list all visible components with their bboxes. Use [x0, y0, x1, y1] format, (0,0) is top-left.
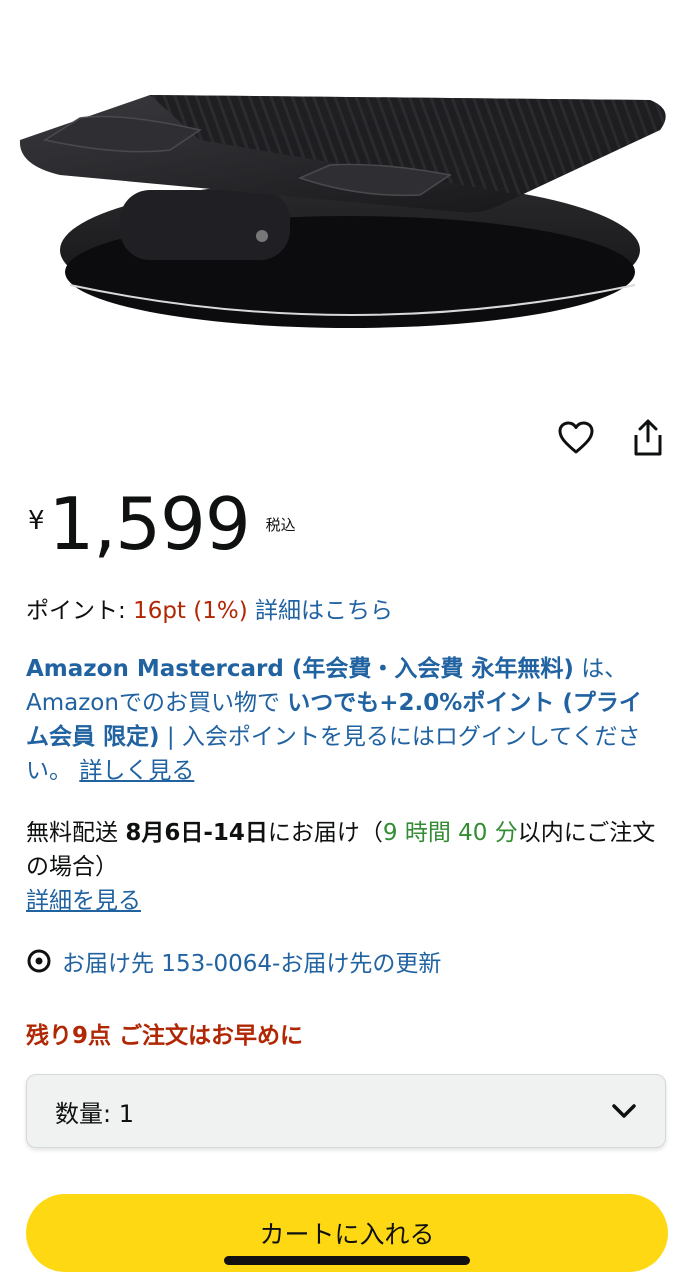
delivery-suffix: にお届け（ — [267, 820, 383, 846]
card-promo-title[interactable]: Amazon Mastercard (年会費・入会費 永年無料) — [26, 656, 574, 682]
currency-symbol: ¥ — [28, 506, 45, 536]
points-value: 16pt — [133, 598, 186, 624]
add-to-cart-label: カートに入れる — [259, 1220, 435, 1249]
tax-label: 税込 — [265, 516, 296, 534]
delivery-countdown: 9 時間 40 分 — [382, 820, 518, 846]
delivery-details-link[interactable]: 詳細を見る — [26, 888, 141, 914]
points-info: ポイント: 16pt (1%) 詳細はこちら — [26, 594, 658, 628]
price-amount: 1,599 — [48, 482, 251, 566]
heart-icon[interactable] — [556, 418, 596, 458]
share-icon[interactable] — [628, 418, 668, 458]
delivery-prefix: 無料配送 — [26, 820, 118, 846]
location-pin-icon — [27, 949, 51, 973]
price: ¥ 1,599 税込 — [28, 488, 296, 560]
card-promo-separator: | — [159, 724, 182, 750]
quantity-select[interactable]: 数量: 1 — [26, 1074, 666, 1148]
location-text[interactable]: お届け先 153-0064-お届け先の更新 — [62, 944, 441, 978]
home-indicator[interactable] — [224, 1256, 470, 1265]
product-image[interactable] — [0, 0, 694, 380]
points-percent: (1%) — [193, 598, 248, 624]
card-promo-more-link[interactable]: 詳しく見る — [79, 758, 194, 784]
card-promo: Amazon Mastercard (年会費・入会費 永年無料) は、Amazo… — [26, 652, 658, 788]
points-details-link[interactable]: 詳細はこちら — [255, 598, 393, 624]
delivery-location[interactable]: お届け先 153-0064-お届け先の更新 — [26, 944, 441, 978]
chevron-down-icon — [612, 1104, 636, 1118]
delivery-info: 無料配送 8月6日-14日にお届け（9 時間 40 分以内にご注文の場合） 詳細… — [26, 816, 658, 918]
quantity-label: 数量: 1 — [55, 1099, 134, 1128]
stock-status: 残り9点 ご注文はお早めに — [26, 1023, 304, 1049]
delivery-date: 8月6日-14日 — [125, 820, 268, 846]
points-label: ポイント: — [26, 598, 134, 624]
